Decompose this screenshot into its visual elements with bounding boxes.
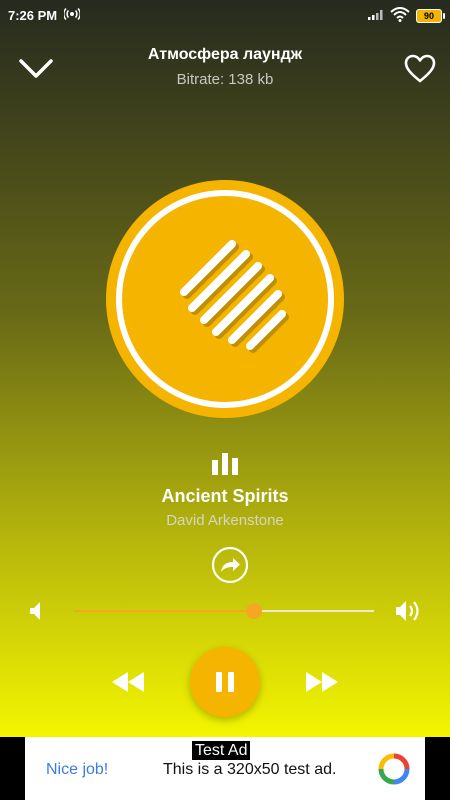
volume-slider-thumb[interactable] xyxy=(246,603,262,619)
ad-label: Test Ad xyxy=(192,741,251,760)
volume-slider-fill xyxy=(74,610,254,612)
volume-low-icon xyxy=(30,602,40,620)
status-time: 7:26 PM xyxy=(8,8,58,23)
bitrate-label: Bitrate: 138 kb xyxy=(176,71,274,88)
ad-border-left xyxy=(0,737,25,800)
volume-high-icon xyxy=(396,601,419,621)
ad-cta-link[interactable]: Nice job! xyxy=(46,761,108,779)
fast-forward-icon[interactable] xyxy=(305,670,339,694)
share-icon[interactable] xyxy=(211,546,249,584)
pause-icon-bar-right xyxy=(228,672,234,692)
ad-banner[interactable]: Test Ad Nice job! This is a 320x50 test … xyxy=(0,737,450,800)
track-title: Ancient Spirits xyxy=(161,486,289,506)
battery-indicator: 90 xyxy=(416,9,445,23)
track-artist: David Arkenstone xyxy=(166,512,284,529)
rewind-icon[interactable] xyxy=(111,670,145,694)
status-bar: 7:26 PM 90 xyxy=(0,0,450,30)
volume-slider[interactable] xyxy=(74,601,374,621)
signal-icon xyxy=(368,10,383,20)
radio-broadcast-icon xyxy=(64,7,80,21)
station-artwork xyxy=(106,180,344,418)
pause-button[interactable] xyxy=(190,647,260,717)
heart-icon[interactable] xyxy=(404,54,436,84)
ad-text: This is a 320x50 test ad. xyxy=(163,761,337,778)
pause-icon-bar-left xyxy=(216,672,222,692)
wifi-icon xyxy=(390,7,410,22)
equalizer-bars-icon xyxy=(212,453,238,475)
ad-border-right xyxy=(425,737,450,800)
ad-logo-icon xyxy=(378,753,410,785)
station-title: Атмосфера лаундж xyxy=(147,46,303,63)
